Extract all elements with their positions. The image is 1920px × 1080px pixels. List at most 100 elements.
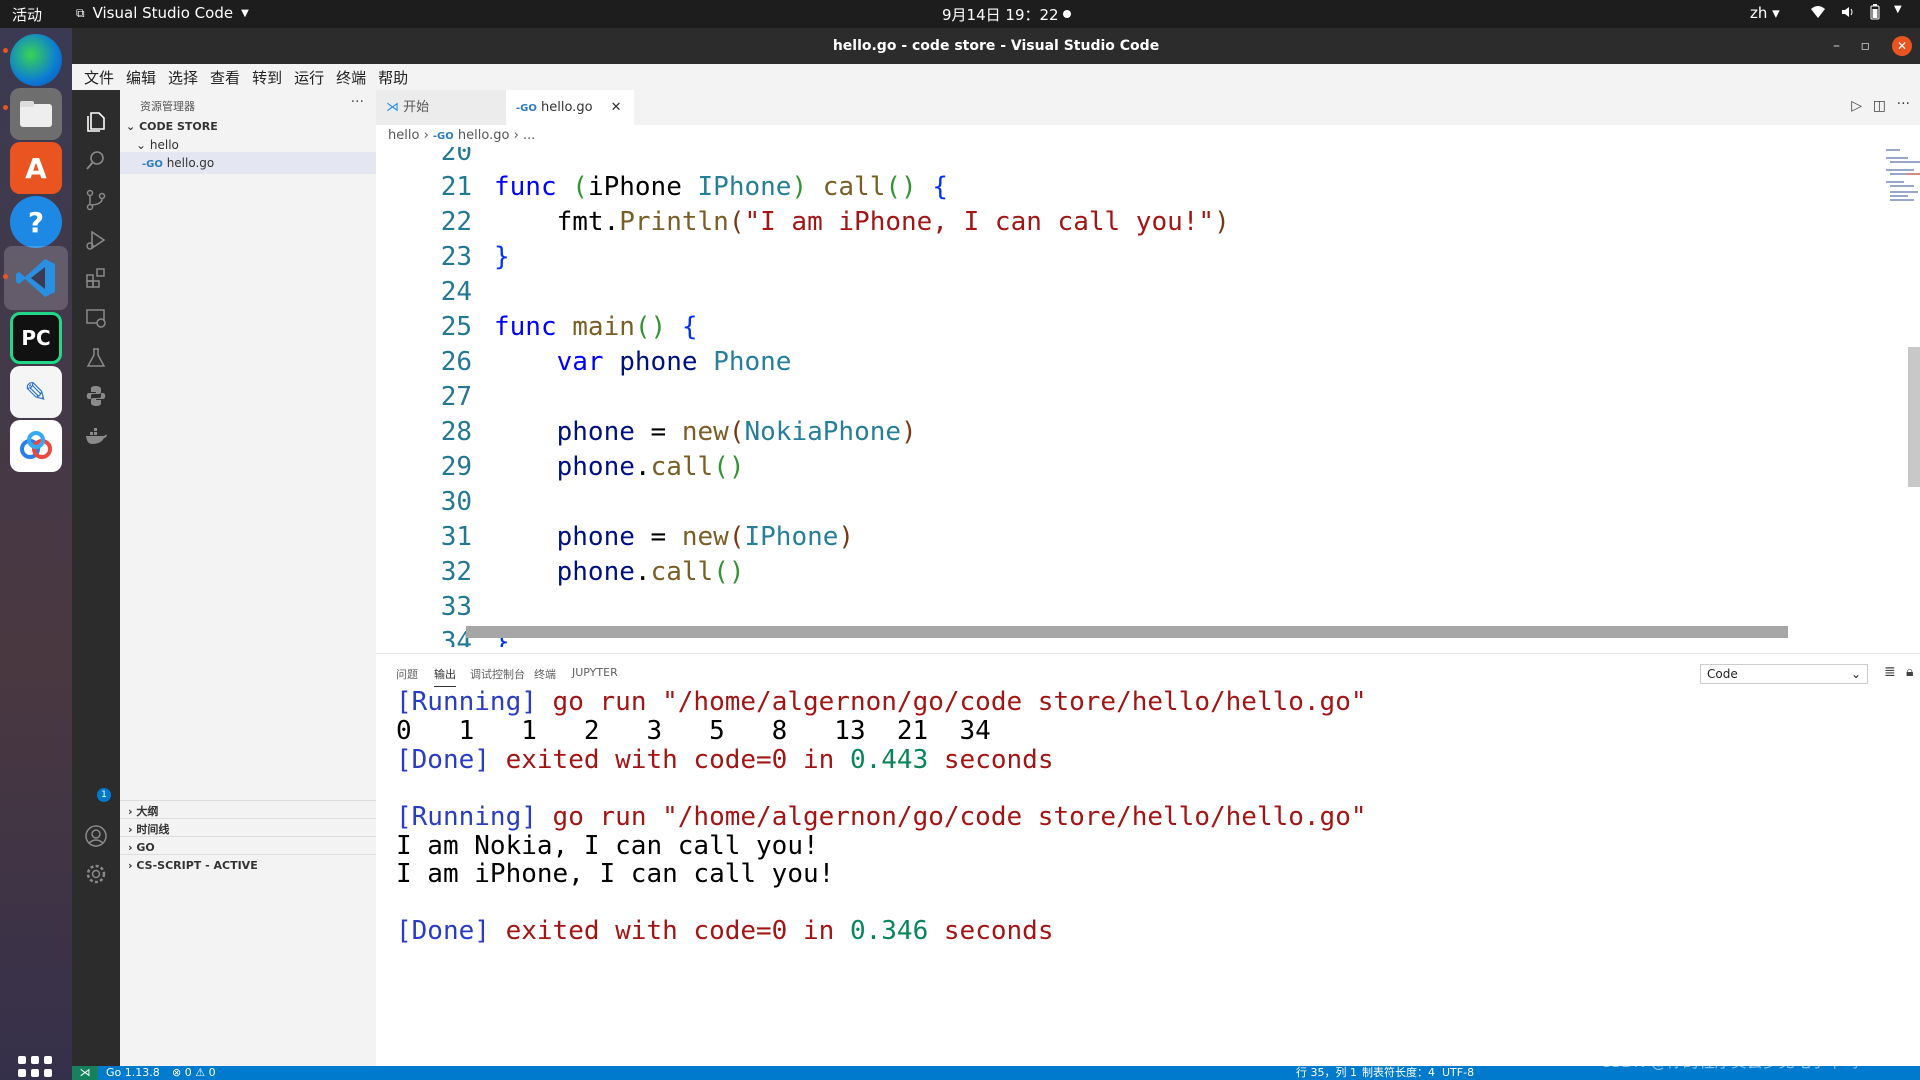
explorer-header: 资源管理器 — [140, 100, 195, 113]
clear-output-icon[interactable]: ≣ — [1884, 664, 1896, 680]
explorer-icon[interactable] — [84, 110, 108, 134]
output-channel-select[interactable]: Code ⌄ — [1700, 664, 1868, 684]
cursor-position[interactable]: 行 35，列 1 — [1296, 1066, 1357, 1080]
tab-output[interactable]: 输出 — [434, 666, 456, 687]
encoding[interactable]: UTF-8 — [1442, 1066, 1474, 1080]
clock[interactable]: 9月14日 19：22 — [942, 4, 1059, 25]
line-number: 25 — [440, 312, 472, 342]
output-line: [Done] exited with code=0 in 0.346 secon… — [396, 914, 1053, 949]
menu-help[interactable]: 帮助 — [372, 67, 414, 88]
breadcrumb-file[interactable]: hello.go — [458, 128, 510, 143]
output-channel-value: Code — [1707, 667, 1738, 681]
activities-button[interactable]: 活动 — [12, 4, 42, 25]
testing-flask-icon[interactable] — [84, 346, 108, 370]
accounts-icon[interactable] — [84, 824, 108, 848]
breadcrumb-folder[interactable]: hello — [388, 128, 419, 143]
baidu-netdisk-icon[interactable] — [10, 420, 62, 472]
breadcrumb: hello › -GO hello.go › ... — [376, 125, 1920, 147]
activity-bar — [72, 90, 120, 1080]
vertical-scrollbar[interactable] — [1908, 347, 1920, 487]
software-store-icon[interactable]: A — [10, 142, 62, 194]
go-version[interactable]: Go 1.13.8 — [106, 1066, 160, 1080]
code-text: var phone Phone — [556, 347, 792, 377]
files-icon[interactable] — [10, 88, 62, 140]
code-text: func main() { — [494, 312, 698, 342]
settings-gear-icon[interactable] — [84, 862, 108, 886]
chevron-right-icon: › — [423, 128, 433, 143]
minimize-button[interactable]: – — [1833, 28, 1840, 64]
menu-view[interactable]: 查看 — [204, 67, 246, 88]
output-text: seconds — [943, 916, 1054, 946]
menu-file[interactable]: 文件 — [78, 67, 120, 88]
chevron-down-icon: ⌄ — [126, 120, 136, 133]
menu-run[interactable]: 运行 — [288, 67, 330, 88]
lock-scroll-icon[interactable]: 🔒︎ — [1906, 664, 1913, 680]
remote-explorer-icon[interactable] — [84, 306, 108, 330]
python-icon[interactable] — [84, 384, 108, 408]
source-control-icon[interactable] — [84, 188, 108, 212]
explorer-sidebar: 资源管理器 ··· ⌄ CODE STORE ⌄ hello -GO hello… — [120, 90, 376, 1080]
battery-icon — [1870, 4, 1880, 24]
remote-indicator-icon[interactable]: ⋊ — [72, 1066, 98, 1080]
input-language[interactable]: zh ▾ — [1750, 4, 1780, 22]
tab-welcome[interactable]: ⋊ 开始 — [376, 90, 506, 125]
code-editor[interactable]: 20 21 func (iPhone IPhone) call() { 22 fm… — [376, 147, 1876, 647]
split-editor-icon[interactable]: ◫ — [1873, 98, 1886, 114]
pycharm-icon[interactable]: PC — [10, 312, 62, 364]
text-editor-icon[interactable]: ✎ — [10, 366, 62, 418]
tab-terminal[interactable]: 终端 — [534, 666, 556, 682]
output-duration: 0.443 — [849, 745, 929, 775]
minimap[interactable] — [1886, 147, 1920, 237]
section-cs-script[interactable]: › CS-SCRIPT - ACTIVE — [120, 854, 376, 876]
tab-hello-go[interactable]: -GO hello.go ✕ — [506, 90, 634, 125]
run-debug-icon[interactable] — [84, 228, 108, 252]
vscode-icon[interactable] — [10, 252, 62, 304]
problems-count[interactable]: ⊗ 0 ⚠ 0 — [172, 1066, 216, 1080]
line-number: 24 — [440, 277, 472, 307]
app-menu[interactable]: ⧉ Visual Studio Code ▼ — [76, 4, 249, 22]
tab-problems[interactable]: 问题 — [396, 666, 418, 682]
output-text: exited with code=0 in — [505, 916, 835, 946]
file-hello-go[interactable]: -GO hello.go — [120, 152, 376, 174]
close-tab-icon[interactable]: ✕ — [611, 100, 622, 115]
volume-icon — [1840, 4, 1856, 24]
show-apps-icon[interactable] — [18, 1056, 52, 1080]
menu-bar: 文件 编辑 选择 查看 转到 运行 终端 帮助 — [72, 64, 1920, 90]
workspace-root-label: CODE STORE — [139, 120, 218, 133]
line-number: 20 — [440, 147, 472, 167]
system-tray[interactable]: ▼ — [1810, 4, 1902, 24]
help-icon[interactable]: ? — [10, 196, 62, 248]
search-icon[interactable] — [84, 148, 108, 172]
tab-debug-console[interactable]: 调试控制台 — [470, 666, 525, 682]
maximize-button[interactable]: ▫ — [1861, 28, 1871, 64]
output-text: seconds — [943, 745, 1054, 775]
horizontal-scrollbar[interactable] — [466, 626, 1788, 638]
code-text: } — [494, 242, 510, 272]
run-code-icon[interactable]: ▷ — [1851, 98, 1862, 114]
edge-browser-icon[interactable] — [10, 34, 62, 86]
window-titlebar[interactable]: hello.go - code store - Visual Studio Co… — [72, 28, 1920, 64]
menu-go[interactable]: 转到 — [246, 67, 288, 88]
more-actions-icon[interactable]: ··· — [351, 94, 364, 110]
line-number: 26 — [440, 347, 472, 377]
menu-edit[interactable]: 编辑 — [120, 67, 162, 88]
chevron-right-icon: › — [128, 805, 133, 818]
app-name: Visual Studio Code — [92, 4, 234, 22]
more-actions-icon[interactable]: ··· — [1897, 96, 1910, 112]
tab-jupyter[interactable]: JUPYTER — [572, 666, 618, 679]
code-text: phone.call() — [556, 452, 745, 482]
docker-icon[interactable] — [84, 424, 108, 448]
csdn-watermark: CSDN @你的程序员会梦见电子羊吗 — [1600, 1052, 1859, 1071]
chevron-right-icon: › — [513, 128, 523, 143]
indentation[interactable]: 制表符长度：4 — [1362, 1066, 1435, 1080]
extensions-icon[interactable] — [84, 266, 108, 290]
breadcrumb-more[interactable]: ... — [523, 128, 535, 143]
menu-terminal[interactable]: 终端 — [330, 67, 372, 88]
chevron-right-icon: › — [128, 841, 133, 854]
go-file-icon: -GO — [516, 103, 537, 114]
menu-selection[interactable]: 选择 — [162, 67, 204, 88]
notification-dot-icon — [1063, 10, 1071, 18]
close-window-button[interactable]: ✕ — [1892, 36, 1912, 56]
line-number: 21 — [440, 172, 472, 202]
code-text: phone = new(NokiaPhone) — [556, 417, 917, 447]
